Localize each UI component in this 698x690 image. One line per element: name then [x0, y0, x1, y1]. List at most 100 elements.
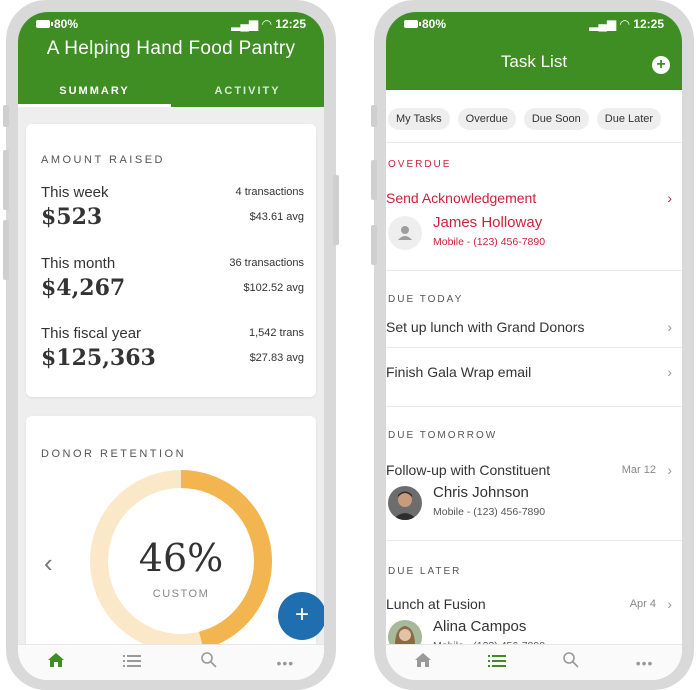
chevron-right-icon: ›	[667, 190, 672, 206]
phone-side-button	[3, 150, 9, 210]
list-icon[interactable]	[123, 654, 142, 672]
contact-name: Alina Campos	[433, 618, 527, 635]
home-icon[interactable]	[414, 653, 431, 672]
battery-level: 80%	[54, 17, 79, 31]
search-icon[interactable]	[201, 652, 217, 673]
due-date: Apr 4	[629, 598, 656, 610]
phone-side-button	[3, 105, 9, 127]
bottom-nav: •••	[386, 644, 682, 680]
divider	[386, 142, 682, 143]
donor-retention-card: DONOR RETENTION ‹ 46% CUSTOM	[26, 416, 316, 680]
phone-side-button	[371, 160, 377, 200]
tab-bar: SUMMARY ACTIVITY	[18, 82, 324, 107]
chevron-right-icon: ›	[667, 596, 672, 612]
amount-value: $523	[41, 204, 103, 230]
signal-icon: ▂▄▆	[231, 17, 259, 31]
retention-donut-chart: 46% CUSTOM	[86, 466, 276, 656]
wifi-icon: ◠	[620, 17, 630, 31]
task-contact[interactable]: James Holloway Mobile - (123) 456-7890	[388, 214, 672, 254]
chevron-right-icon: ›	[667, 319, 672, 335]
amount-row-fiscal-year: This fiscal year $125,363 1,542 trans $2…	[41, 325, 304, 385]
phone-side-button	[333, 175, 339, 245]
summary-screen: 80% ▂▄▆ ◠ 12:25 A Helping Hand Food Pantry…	[18, 12, 324, 680]
amount-raised-card: AMOUNT RAISED This week $523 4 transacti…	[26, 124, 316, 397]
list-icon[interactable]	[487, 654, 506, 672]
status-bar: 80% ▂▄▆ ◠ 12:25	[18, 12, 324, 34]
task-row-lunch-at-fusion[interactable]: Lunch at Fusion Apr 4 ›	[386, 596, 672, 612]
retention-period-label: CUSTOM	[152, 588, 210, 600]
contact-name: James Holloway	[433, 214, 543, 231]
due-date: Mar 12	[621, 464, 656, 476]
contact-name: Chris Johnson	[433, 484, 529, 501]
search-icon[interactable]	[562, 652, 579, 673]
section-header-overdue: OVERDUE	[388, 159, 452, 170]
section-header-due-later: DUE LATER	[388, 566, 462, 577]
amount-row-week: This week $523 4 transactions $43.61 avg	[41, 184, 304, 244]
task-list-screen: 80% ▂▄▆ ◠ 12:25 Task List + My Tasks Overd…	[386, 12, 682, 680]
page-title: Task List	[500, 52, 568, 71]
filter-overdue[interactable]: Overdue	[457, 108, 516, 130]
battery-level: 80%	[422, 17, 447, 31]
task-row[interactable]: Finish Gala Wrap email ›	[386, 364, 672, 380]
transaction-count: 4 transactions	[235, 186, 304, 198]
chevron-right-icon: ›	[667, 364, 672, 380]
task-row-send-acknowledgement[interactable]: Send Acknowledgement ›	[386, 190, 672, 206]
card-title: AMOUNT RAISED	[41, 154, 165, 166]
add-button[interactable]: +	[278, 592, 324, 640]
amount-row-month: This month $4,267 36 transactions $102.5…	[41, 255, 304, 315]
task-list-phone: 80% ▂▄▆ ◠ 12:25 Task List + My Tasks Overd…	[371, 0, 694, 690]
phone-side-button	[371, 225, 377, 265]
more-icon[interactable]: •••	[276, 655, 294, 671]
divider	[386, 347, 682, 348]
filter-my-tasks[interactable]: My Tasks	[388, 108, 450, 130]
task-title: Lunch at Fusion	[386, 596, 486, 612]
contact-phone: Mobile - (123) 456-7890	[433, 236, 546, 248]
contact-phone: Mobile - (123) 456-7890	[433, 506, 546, 518]
phone-side-button	[3, 220, 9, 280]
task-title: Set up lunch with Grand Donors	[386, 319, 585, 335]
task-contact[interactable]: Chris Johnson Mobile - (123) 456-7890	[388, 484, 672, 524]
add-task-button[interactable]: +	[652, 56, 670, 74]
contact-photo	[388, 486, 422, 520]
period-label: This fiscal year	[41, 325, 142, 342]
task-row-follow-up[interactable]: Follow-up with Constituent Mar 12 ›	[386, 462, 672, 478]
battery-icon	[36, 20, 53, 28]
retention-percent: 46%	[138, 536, 224, 580]
divider	[386, 406, 682, 407]
task-title: Send Acknowledgement	[386, 190, 537, 206]
filter-due-later[interactable]: Due Later	[596, 108, 662, 130]
task-list: My Tasks Overdue Due Soon Due Later OVER…	[386, 90, 682, 654]
chevron-left-icon[interactable]: ‹	[44, 548, 53, 579]
section-header-due-tomorrow: DUE TOMORROW	[388, 430, 498, 441]
task-row[interactable]: Set up lunch with Grand Donors ›	[386, 319, 672, 335]
tab-activity[interactable]: ACTIVITY	[171, 82, 324, 107]
amount-value: $4,267	[41, 275, 126, 301]
filter-due-soon[interactable]: Due Soon	[523, 108, 589, 130]
period-label: This week	[41, 184, 109, 201]
summary-phone: 80% ▂▄▆ ◠ 12:25 A Helping Hand Food Pantry…	[3, 0, 339, 690]
phone-side-button	[371, 105, 377, 127]
bottom-nav: •••	[18, 644, 324, 680]
divider	[386, 540, 682, 541]
app-header: 80% ▂▄▆ ◠ 12:25 A Helping Hand Food Pantry…	[18, 12, 324, 107]
avatar-placeholder-icon	[388, 216, 422, 250]
average-value: $27.83 avg	[249, 352, 304, 364]
task-title: Finish Gala Wrap email	[386, 364, 532, 380]
chevron-right-icon: ›	[667, 462, 672, 478]
filter-chips: My Tasks Overdue Due Soon Due Later	[386, 108, 682, 130]
wifi-icon: ◠	[262, 17, 272, 31]
transaction-count: 36 transactions	[229, 257, 304, 269]
tab-summary[interactable]: SUMMARY	[18, 82, 171, 107]
amount-value: $125,363	[41, 345, 156, 371]
task-title: Follow-up with Constituent	[386, 462, 551, 478]
page-title: A Helping Hand Food Pantry	[46, 38, 296, 59]
card-title: DONOR RETENTION	[41, 448, 187, 460]
clock: 12:25	[275, 17, 306, 31]
divider	[386, 270, 682, 271]
battery-icon	[404, 20, 421, 28]
more-icon[interactable]: •••	[636, 655, 654, 671]
home-icon[interactable]	[47, 653, 64, 672]
signal-icon: ▂▄▆	[589, 17, 617, 31]
period-label: This month	[41, 255, 116, 272]
clock: 12:25	[633, 17, 664, 31]
